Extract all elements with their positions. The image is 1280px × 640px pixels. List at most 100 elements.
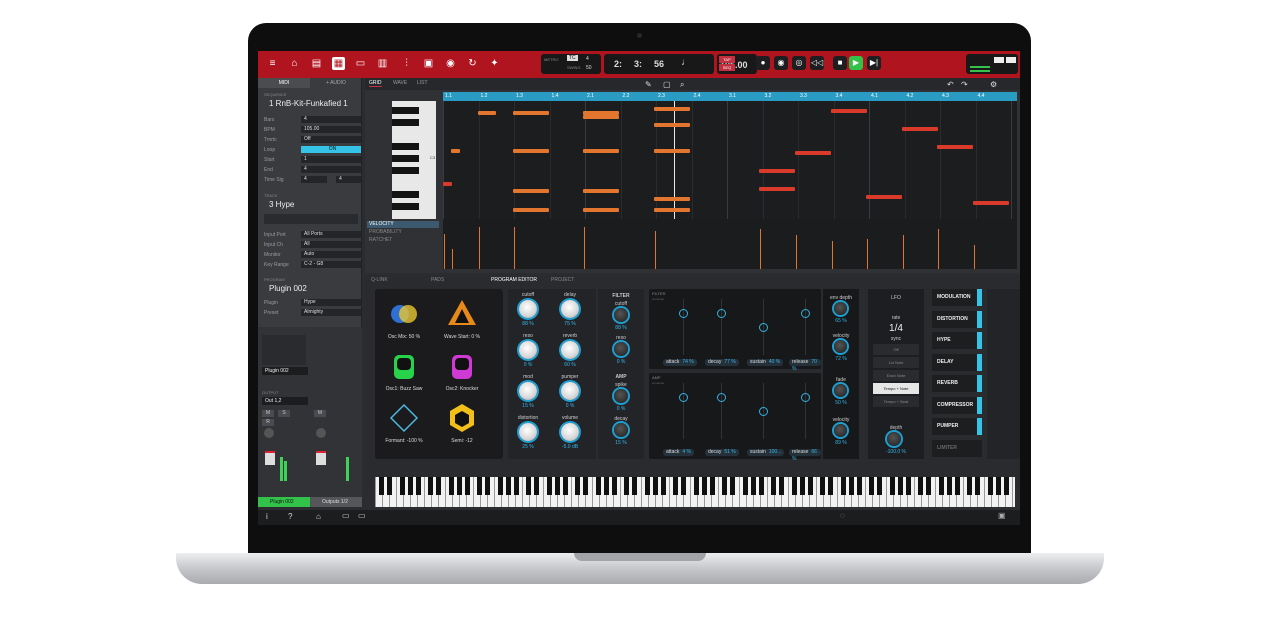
- fx-slot-limiter[interactable]: LIMITER: [932, 439, 982, 457]
- sample-edit-icon[interactable]: ▭: [354, 57, 367, 70]
- black-key[interactable]: [975, 477, 980, 495]
- note[interactable]: [513, 111, 549, 115]
- note[interactable]: [759, 187, 795, 191]
- filter-knob[interactable]: [614, 308, 628, 322]
- black-key[interactable]: [555, 477, 560, 495]
- note[interactable]: [513, 208, 549, 212]
- black-key[interactable]: [645, 477, 650, 495]
- stop-icon[interactable]: ■: [833, 56, 847, 70]
- black-key[interactable]: [820, 477, 825, 495]
- black-key[interactable]: [792, 477, 797, 495]
- velocity-bar[interactable]: [832, 241, 833, 269]
- note[interactable]: [654, 208, 690, 212]
- knob-delay[interactable]: [561, 300, 579, 318]
- black-key[interactable]: [653, 477, 658, 495]
- black-key[interactable]: [869, 477, 874, 495]
- channel-tab-plugin[interactable]: Plugin 002: [258, 497, 310, 507]
- black-key[interactable]: [877, 477, 882, 495]
- black-key[interactable]: [408, 477, 413, 495]
- black-key[interactable]: [673, 477, 678, 495]
- field-value[interactable]: 4: [301, 166, 361, 173]
- black-key[interactable]: [632, 477, 637, 495]
- env-knob[interactable]: [834, 384, 847, 397]
- black-key[interactable]: [596, 477, 601, 495]
- black-key[interactable]: [436, 477, 441, 495]
- field-value[interactable]: 105.00: [301, 126, 361, 133]
- tc-button[interactable]: TC: [567, 55, 578, 61]
- song-icon[interactable]: ▥: [376, 57, 389, 70]
- note[interactable]: [654, 107, 690, 111]
- velocity-bar[interactable]: [974, 245, 975, 269]
- env-param[interactable]: release 66 %: [789, 449, 821, 462]
- black-key[interactable]: [759, 477, 764, 495]
- black-key[interactable]: [534, 477, 539, 495]
- pan-knob-2[interactable]: [316, 428, 326, 438]
- velocity-bar[interactable]: [938, 229, 939, 269]
- black-key[interactable]: [392, 107, 419, 114]
- black-key[interactable]: [722, 477, 727, 495]
- play-icon[interactable]: ▶: [849, 56, 863, 70]
- black-key[interactable]: [604, 477, 609, 495]
- seq-button[interactable]: SEQ: [719, 64, 735, 71]
- knob-volume[interactable]: [561, 423, 579, 441]
- keyboard[interactable]: [375, 477, 1015, 507]
- knob-cutoff[interactable]: [519, 300, 537, 318]
- info-icon[interactable]: i: [266, 512, 268, 521]
- note[interactable]: [759, 169, 795, 173]
- lfo-rate[interactable]: 1/4: [868, 323, 924, 334]
- note[interactable]: [583, 208, 619, 212]
- black-key[interactable]: [743, 477, 748, 495]
- black-key[interactable]: [624, 477, 629, 495]
- shape-1-icon[interactable]: [445, 297, 479, 331]
- redo-icon[interactable]: ↷: [961, 80, 968, 89]
- amp-knob[interactable]: [614, 423, 628, 437]
- black-key[interactable]: [449, 477, 454, 495]
- note[interactable]: [937, 145, 973, 149]
- tool-icon[interactable]: ◌: [840, 511, 845, 520]
- lane-probability[interactable]: PROBABILITY: [367, 229, 439, 236]
- note[interactable]: [451, 149, 460, 153]
- black-key[interactable]: [583, 477, 588, 495]
- pan-knob[interactable]: [264, 428, 274, 438]
- field-value-2[interactable]: 4: [336, 176, 361, 183]
- env-param[interactable]: decay 51 %: [705, 449, 739, 456]
- record-icon[interactable]: ◉: [444, 57, 457, 70]
- plugin-field[interactable]: Hype: [301, 299, 361, 306]
- black-key[interactable]: [661, 477, 666, 495]
- piano-roll-keys[interactable]: C3: [392, 101, 436, 219]
- note[interactable]: [866, 195, 902, 199]
- env-param[interactable]: decay 77 %: [705, 359, 739, 366]
- tab-list[interactable]: LIST: [417, 80, 428, 86]
- mute-button-2[interactable]: M: [314, 410, 326, 417]
- mute-button[interactable]: M: [262, 410, 274, 417]
- lfo-sync-option[interactable]: Each Note: [873, 370, 919, 381]
- black-key[interactable]: [392, 203, 419, 210]
- field-value[interactable]: 4: [301, 176, 327, 183]
- preset-field[interactable]: Almighty: [301, 309, 361, 316]
- black-key[interactable]: [939, 477, 944, 495]
- home-icon[interactable]: ⌂: [288, 57, 301, 70]
- shape-3-icon[interactable]: [445, 349, 479, 383]
- black-key[interactable]: [563, 477, 568, 495]
- black-key[interactable]: [547, 477, 552, 495]
- note[interactable]: [513, 189, 549, 193]
- field-value[interactable]: 4: [301, 116, 361, 123]
- tab-q-link[interactable]: Q-LINK: [371, 277, 388, 283]
- black-key[interactable]: [526, 477, 531, 495]
- black-key[interactable]: [996, 477, 1001, 495]
- send-knobs[interactable]: [262, 335, 306, 365]
- sequence-name[interactable]: 1 RnB-Kit-Funkafied 1: [269, 99, 348, 108]
- play-start-icon[interactable]: ▶|: [867, 56, 881, 70]
- fx-slot-distortion[interactable]: DISTORTION: [932, 310, 982, 328]
- black-key[interactable]: [890, 477, 895, 495]
- fullscreen-icon[interactable]: ▣: [998, 511, 1006, 520]
- env-knob[interactable]: [834, 340, 847, 353]
- env-handle[interactable]: [679, 309, 688, 318]
- velocity-lane[interactable]: [443, 219, 1017, 269]
- velocity-bar[interactable]: [760, 247, 761, 269]
- env-handle[interactable]: [759, 407, 768, 416]
- env-knob[interactable]: [834, 302, 847, 315]
- browser-icon[interactable]: ▣: [422, 57, 435, 70]
- fx-slot-compressor[interactable]: COMPRESSOR: [932, 396, 982, 414]
- tab-pads[interactable]: PADS: [431, 277, 444, 283]
